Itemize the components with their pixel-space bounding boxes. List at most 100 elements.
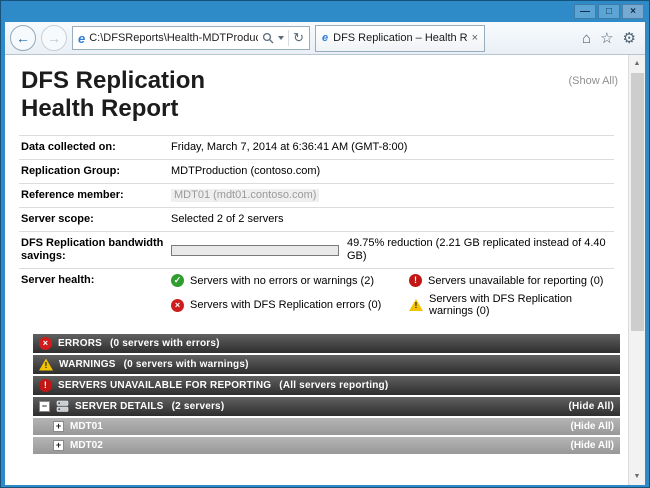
favorites-star-icon[interactable]: ☆ (600, 31, 613, 46)
row-value: MDTProduction (contoso.com) (171, 165, 614, 178)
hide-all-link[interactable]: (Hide All) (570, 440, 614, 451)
minimize-icon: — (580, 6, 590, 17)
ie-page-icon: e (78, 31, 85, 46)
bandwidth-value: 49.75% reduction (2.21 GB replicated ins… (171, 237, 614, 263)
section-detail: (0 servers with warnings) (124, 359, 249, 370)
row-label: Replication Group: (21, 165, 171, 178)
back-button[interactable]: ← (10, 25, 36, 51)
browser-window: — □ × ← → e C:\DFSReports\Health-MDTProd… (0, 0, 650, 488)
health-label: Servers with no errors or warnings (2) (190, 275, 374, 287)
ok-icon: ✓ (171, 274, 184, 287)
scrollbar-thumb[interactable] (631, 73, 644, 331)
address-divider (288, 30, 289, 46)
report-header: DFS Replication Health Report (Show All) (21, 67, 618, 123)
scroll-down-icon[interactable]: ▼ (629, 468, 646, 485)
section-detail: (2 servers) (172, 401, 225, 412)
page-title-line1: DFS Replication (21, 67, 205, 95)
tab-close-icon[interactable]: × (472, 32, 478, 44)
maximize-button[interactable]: □ (598, 4, 620, 19)
errors-section-bar[interactable]: × ERRORS (0 servers with errors) (33, 334, 620, 353)
forward-arrow-icon: → (47, 30, 61, 46)
address-input[interactable]: C:\DFSReports\Health-MDTProduction-07M (89, 32, 258, 44)
close-icon: × (630, 6, 636, 17)
minimize-button[interactable]: — (574, 4, 596, 19)
reference-member-value: MDT01 (mdt01.contoso.com) (171, 189, 319, 202)
server-health-grid: ✓ Servers with no errors or warnings (2)… (171, 274, 614, 317)
table-row: Data collected on: Friday, March 7, 2014… (19, 135, 614, 159)
content-area: DFS Replication Health Report (Show All)… (5, 55, 645, 485)
forward-button[interactable]: → (41, 25, 67, 51)
health-label: Servers with DFS Replication errors (0) (190, 299, 381, 311)
server-details-section-bar[interactable]: − SERVER DETAILS (2 servers) (Hide All) (33, 397, 620, 416)
close-button[interactable]: × (622, 4, 644, 19)
warning-icon: ! (39, 359, 53, 371)
table-row: Replication Group: MDTProduction (contos… (19, 159, 614, 183)
row-value: MDT01 (mdt01.contoso.com) (171, 189, 614, 202)
error-icon: × (171, 299, 184, 312)
section-detail: (0 servers with errors) (110, 338, 220, 349)
server-name: MDT02 (70, 440, 103, 451)
table-row: Server scope: Selected 2 of 2 servers (19, 207, 614, 231)
report-summary-table: Data collected on: Friday, March 7, 2014… (19, 135, 614, 322)
navigation-bar: ← → e C:\DFSReports\Health-MDTProduction… (5, 22, 645, 55)
expand-icon[interactable]: + (53, 421, 64, 432)
health-label: Servers with DFS Replication warnings (0… (429, 293, 614, 317)
warnings-section-bar[interactable]: ! WARNINGS (0 servers with warnings) (33, 355, 620, 374)
browser-tab[interactable]: e DFS Replication – Health Re... × (315, 25, 485, 52)
back-arrow-icon: ← (16, 30, 30, 46)
collapse-icon[interactable]: − (39, 401, 50, 412)
address-dropdown-icon[interactable] (278, 36, 284, 40)
section-title: SERVER DETAILS (75, 401, 164, 412)
server-row-mdt01[interactable]: + MDT01 (Hide All) (33, 418, 620, 435)
bandwidth-text: 49.75% reduction (2.21 GB replicated ins… (347, 237, 614, 263)
report-page: DFS Replication Health Report (Show All)… (5, 55, 628, 485)
window-titlebar: — □ × (1, 1, 649, 22)
hide-all-link[interactable]: (Hide All) (568, 401, 614, 412)
hide-all-link[interactable]: (Hide All) (570, 421, 614, 432)
section-title: ERRORS (58, 338, 102, 349)
page-title: DFS Replication Health Report (21, 67, 205, 123)
unavailable-icon: ! (409, 274, 422, 287)
address-bar[interactable]: e C:\DFSReports\Health-MDTProduction-07M… (72, 26, 310, 50)
server-name: MDT01 (70, 421, 103, 432)
home-icon[interactable]: ⌂ (582, 31, 591, 46)
row-label: Server scope: (21, 213, 171, 226)
unavailable-icon: ! (39, 379, 52, 392)
health-label: Servers unavailable for reporting (0) (428, 275, 603, 287)
unavailable-section-bar[interactable]: ! SERVERS UNAVAILABLE FOR REPORTING (All… (33, 376, 620, 395)
page-title-line2: Health Report (21, 95, 205, 123)
error-icon: × (39, 337, 52, 350)
warning-icon: ! (409, 299, 423, 311)
toolbar-icons: ⌂ ☆ ⚙ (582, 31, 640, 46)
section-title: SERVERS UNAVAILABLE FOR REPORTING (58, 380, 271, 391)
row-label: Server health: (21, 274, 171, 287)
expand-icon[interactable]: + (53, 440, 64, 451)
health-item: × Servers with DFS Replication errors (0… (171, 293, 409, 317)
row-label: DFS Replication bandwidth savings: (21, 237, 171, 263)
row-value: Friday, March 7, 2014 at 6:36:41 AM (GMT… (171, 141, 614, 154)
section-detail: (All servers reporting) (279, 380, 388, 391)
refresh-icon[interactable]: ↻ (293, 30, 304, 46)
bandwidth-row: DFS Replication bandwidth savings: 49.75… (19, 231, 614, 268)
show-all-link[interactable]: (Show All) (568, 67, 618, 87)
bandwidth-progress-bar (171, 245, 339, 256)
tab-favicon: e (322, 32, 328, 44)
row-label: Reference member: (21, 189, 171, 202)
scroll-up-icon[interactable]: ▲ (629, 55, 646, 72)
vertical-scrollbar[interactable]: ▲ ▼ (628, 55, 645, 485)
search-icon[interactable] (262, 32, 274, 44)
row-value: Selected 2 of 2 servers (171, 213, 614, 226)
health-item: ! Servers with DFS Replication warnings … (409, 293, 614, 317)
report-sections: × ERRORS (0 servers with errors) ! WARNI… (33, 334, 620, 454)
health-item: ! Servers unavailable for reporting (0) (409, 274, 614, 287)
tab-title: DFS Replication – Health Re... (333, 32, 466, 44)
maximize-icon: □ (606, 6, 612, 17)
server-icon (56, 400, 69, 413)
section-title: WARNINGS (59, 359, 116, 370)
server-health-row: Server health: ✓ Servers with no errors … (19, 268, 614, 322)
health-item: ✓ Servers with no errors or warnings (2) (171, 274, 409, 287)
table-row: Reference member: MDT01 (mdt01.contoso.c… (19, 183, 614, 207)
server-row-mdt02[interactable]: + MDT02 (Hide All) (33, 437, 620, 454)
row-label: Data collected on: (21, 141, 171, 154)
gear-icon[interactable]: ⚙ (623, 31, 636, 46)
